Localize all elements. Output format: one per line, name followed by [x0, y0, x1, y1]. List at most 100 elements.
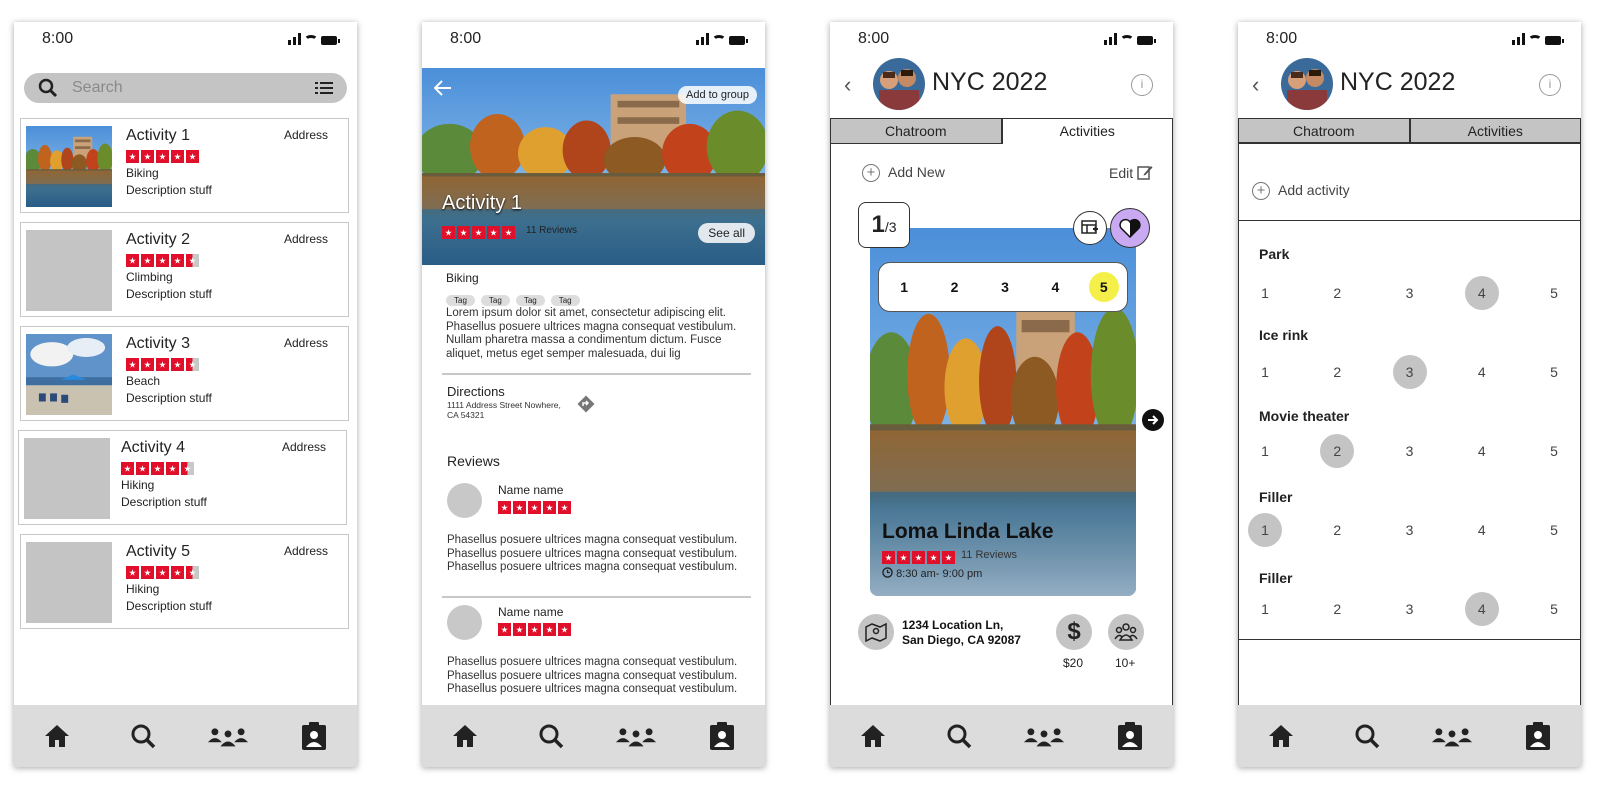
rank-option[interactable]: 3	[988, 270, 1022, 304]
tab-chatroom[interactable]: Chatroom	[830, 118, 1002, 144]
back-arrow-icon[interactable]	[434, 80, 452, 96]
edit-icon	[1137, 166, 1153, 180]
nav-groups[interactable]	[616, 716, 657, 756]
info-icon[interactable]: i	[1131, 74, 1153, 96]
rank-option[interactable]: 4	[1465, 355, 1499, 389]
rank-option[interactable]: 4	[1038, 270, 1072, 304]
nav-search[interactable]	[531, 716, 571, 756]
activity-card[interactable]: Activity 3 Beach Description stuff Addre…	[20, 326, 349, 421]
chevron-left-icon[interactable]: ‹	[844, 72, 851, 98]
wifi-icon	[304, 35, 318, 45]
nav-groups[interactable]	[208, 716, 249, 756]
rank-option-selected[interactable]: 3	[1392, 355, 1427, 389]
rank-option[interactable]: 3	[1393, 513, 1427, 547]
rank-option[interactable]: 5	[1537, 355, 1571, 389]
next-button[interactable]	[1142, 409, 1164, 431]
map-button[interactable]	[858, 614, 894, 650]
rank-option[interactable]: 5	[1537, 276, 1571, 310]
battery-icon	[1545, 36, 1564, 45]
nav-groups[interactable]	[1432, 716, 1473, 756]
add-to-plan-button[interactable]	[1073, 211, 1107, 245]
search-bar[interactable]: Search	[24, 73, 347, 103]
tab-activities[interactable]: Activities	[1409, 118, 1581, 144]
rank-option[interactable]: 1	[1248, 355, 1282, 389]
rank-option[interactable]: 2	[1320, 355, 1354, 389]
nav-home[interactable]	[1261, 716, 1301, 756]
activity-card[interactable]: Activity 5 Hiking Description stuff Addr…	[20, 534, 349, 629]
info-icon[interactable]: i	[1539, 74, 1561, 96]
tab-bar: Chatroom Activities	[830, 118, 1173, 144]
activity-title: Activity 3	[126, 335, 191, 352]
rank-option-selected[interactable]: 4	[1464, 276, 1499, 310]
tag[interactable]: Tag	[550, 295, 580, 306]
tag[interactable]: Tag	[446, 295, 475, 306]
nav-search[interactable]	[939, 716, 979, 756]
add-activity-label: Add activity	[1278, 182, 1350, 198]
rank-option[interactable]: 2	[938, 270, 972, 304]
directions-icon[interactable]	[577, 395, 595, 413]
rank-option[interactable]: 3	[1393, 276, 1427, 310]
add-to-group-button[interactable]: Add to group	[678, 86, 757, 104]
rank-option[interactable]: 4	[1465, 513, 1499, 547]
activity-card[interactable]: Activity 1 Biking Description stuff Addr…	[20, 118, 349, 213]
rank-option[interactable]: 1	[1248, 434, 1282, 468]
rank-option[interactable]: 4	[1465, 434, 1499, 468]
price-button[interactable]: $	[1056, 614, 1092, 650]
tab-activities[interactable]: Activities	[1001, 118, 1173, 144]
rank-option[interactable]: 1	[1248, 592, 1282, 626]
nav-groups[interactable]	[1024, 716, 1065, 756]
tag-list: Tag Tag Tag Tag	[446, 290, 586, 308]
tab-chatroom[interactable]: Chatroom	[1238, 118, 1410, 144]
status-icons	[1104, 33, 1156, 45]
counter-total: /3	[884, 219, 897, 235]
add-new-button[interactable]: + Add New	[862, 164, 945, 183]
nav-home[interactable]	[853, 716, 893, 756]
rank-option-selected[interactable]: 5	[1088, 272, 1119, 302]
tag[interactable]: Tag	[515, 295, 545, 306]
nav-plans[interactable]	[1518, 716, 1558, 756]
menu-add-icon	[1081, 220, 1098, 234]
rank-option[interactable]: 5	[1537, 592, 1571, 626]
rank-option[interactable]: 3	[1393, 592, 1427, 626]
search-input[interactable]: Search	[72, 79, 315, 97]
list-icon[interactable]	[315, 81, 333, 95]
nav-plans[interactable]	[294, 716, 334, 756]
group-activities-screen: 8:00 ‹ NYC 2022 i Chatroom Activities + A…	[830, 22, 1173, 767]
add-activity-button[interactable]: + Add activity	[1252, 182, 1350, 201]
rank-option-selected[interactable]: 2	[1320, 434, 1355, 468]
rank-option[interactable]: 2	[1320, 592, 1354, 626]
rank-option-selected[interactable]: 4	[1464, 592, 1499, 626]
activity-address: Address	[283, 128, 328, 142]
edit-button[interactable]: Edit	[1109, 164, 1153, 181]
nav-home[interactable]	[37, 716, 77, 756]
nav-plans[interactable]	[1110, 716, 1150, 756]
rank-option[interactable]: 3	[1393, 434, 1427, 468]
rank-option[interactable]: 1	[887, 270, 921, 304]
home-icon	[860, 725, 885, 747]
activity-title: Activity 1	[126, 127, 191, 144]
nav-search[interactable]	[123, 716, 163, 756]
status-icons	[288, 33, 340, 45]
rank-option[interactable]: 5	[1537, 434, 1571, 468]
chevron-left-icon[interactable]: ‹	[1252, 72, 1259, 98]
nav-plans[interactable]	[702, 716, 742, 756]
nav-search[interactable]	[1347, 716, 1387, 756]
rank-option[interactable]: 2	[1320, 513, 1354, 547]
reviews-heading: Reviews	[447, 453, 500, 469]
nav-home[interactable]	[445, 716, 485, 756]
group-size-button[interactable]	[1108, 614, 1144, 650]
group-name: NYC 2022	[1340, 68, 1456, 96]
see-all-button[interactable]: See all	[698, 223, 755, 243]
status-time: 8:00	[42, 30, 74, 47]
divider	[442, 373, 751, 375]
rank-option[interactable]: 5	[1537, 513, 1571, 547]
activity-card[interactable]: Activity 4 Hiking Description stuff Addr…	[18, 430, 347, 525]
rank-option[interactable]: 2	[1320, 276, 1354, 310]
directions-label: Directions	[447, 384, 505, 399]
tag[interactable]: Tag	[480, 295, 510, 306]
rank-heart-button[interactable]	[1110, 208, 1150, 248]
rank-option-selected[interactable]: 1	[1248, 513, 1282, 547]
activity-card[interactable]: Activity 2 Climbing Description stuff Ad…	[20, 222, 349, 317]
rank-option[interactable]: 1	[1248, 276, 1282, 310]
wifi-icon	[1120, 35, 1134, 45]
